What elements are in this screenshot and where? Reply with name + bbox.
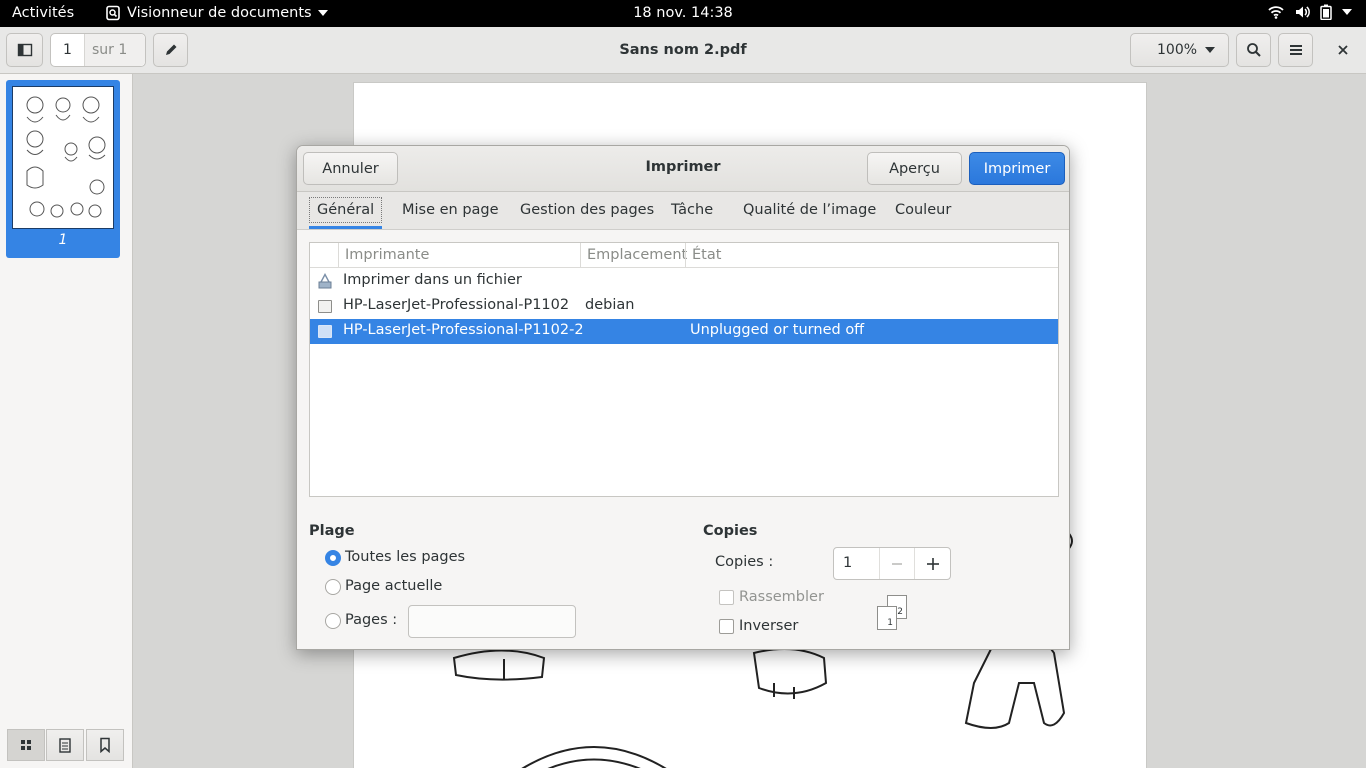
zoom-level: 100% <box>1157 42 1198 58</box>
tab-general[interactable]: Général <box>309 197 383 223</box>
range-heading: Plage <box>309 523 355 539</box>
bookmarks-view-button[interactable] <box>86 729 124 761</box>
activities-button[interactable]: Activités <box>12 5 74 21</box>
pages-radio[interactable] <box>325 613 341 629</box>
print-to-file-icon <box>318 273 332 289</box>
copies-heading: Copies <box>703 523 758 539</box>
printer-row[interactable]: Imprimer dans un fichier <box>310 269 1058 294</box>
printer-icon <box>318 300 332 313</box>
battery-icon <box>1320 4 1332 20</box>
sidebar-toggle-button[interactable] <box>6 33 43 67</box>
page-count-label: sur 1 <box>85 34 145 66</box>
app-menu[interactable]: Visionneur de documents <box>105 5 328 21</box>
tab-job[interactable]: Tâche <box>671 202 713 218</box>
thumbnail-image <box>12 86 114 229</box>
printer-state: Unplugged or turned off <box>690 322 865 338</box>
chevron-down-icon <box>317 10 328 16</box>
notes-icon <box>59 738 71 753</box>
copies-spinbutton: 1 <box>833 547 951 580</box>
close-window-button[interactable] <box>1326 33 1359 67</box>
thumbnail-page-number: 1 <box>58 232 68 248</box>
pages-range-input[interactable] <box>408 605 576 638</box>
all-pages-label[interactable]: Toutes les pages <box>345 549 465 565</box>
copies-label: Copies : <box>715 554 774 570</box>
hamburger-icon <box>1289 45 1302 55</box>
printer-name: HP-LaserJet-Professional-P1102-2 <box>343 322 584 338</box>
sidebar-icon <box>17 43 32 57</box>
collate-preview-number: 1 <box>887 618 893 628</box>
column-header-state[interactable]: État <box>685 243 1058 268</box>
copies-input[interactable]: 1 <box>834 548 880 579</box>
top-bar: Activités Visionneur de documents 18 nov… <box>0 0 1366 27</box>
increment-button[interactable] <box>915 548 950 579</box>
active-tab-indicator <box>309 226 382 229</box>
collate-checkbox[interactable] <box>719 590 734 605</box>
wifi-icon <box>1268 6 1284 19</box>
decrement-button[interactable] <box>880 548 915 579</box>
close-icon <box>1337 45 1348 55</box>
collate-preview-number: 2 <box>897 607 903 617</box>
collate-label[interactable]: Rassembler <box>739 589 824 605</box>
column-header-location[interactable]: Emplacement <box>580 243 687 268</box>
annotate-button[interactable] <box>153 33 188 67</box>
page-number-input[interactable]: 1 <box>51 34 85 66</box>
printer-name: HP-LaserJet-Professional-P1102 <box>343 297 570 313</box>
printer-name: Imprimer dans un fichier <box>343 272 522 288</box>
dialog-header: Annuler Imprimer Aperçu Imprimer <box>297 146 1069 192</box>
header-bar: 1 sur 1 Sans nom 2.pdf 100% <box>0 27 1366 74</box>
zoom-dropdown[interactable]: 100% <box>1130 33 1229 67</box>
volume-icon <box>1296 6 1310 18</box>
app-menu-label: Visionneur de documents <box>127 5 312 21</box>
printer-row-selected[interactable]: HP-LaserJet-Professional-P1102-2 Unplugg… <box>310 319 1058 344</box>
current-page-label[interactable]: Page actuelle <box>345 578 442 594</box>
search-icon <box>1246 43 1261 57</box>
system-menu[interactable] <box>1268 4 1352 20</box>
printer-list-header: Imprimante Emplacement État <box>310 243 1058 268</box>
printer-location: debian <box>585 297 635 313</box>
bookmark-icon <box>100 737 110 753</box>
chevron-down-icon <box>1205 47 1216 53</box>
reverse-label[interactable]: Inverser <box>739 618 798 634</box>
printer-icon <box>318 325 332 338</box>
preview-button[interactable]: Aperçu <box>867 152 962 185</box>
print-dialog: Annuler Imprimer Aperçu Imprimer Général… <box>296 145 1070 650</box>
printer-row[interactable]: HP-LaserJet-Professional-P1102 debian <box>310 294 1058 319</box>
cancel-button[interactable]: Annuler <box>303 152 398 185</box>
column-header-printer[interactable]: Imprimante <box>338 243 580 268</box>
plus-icon <box>926 557 939 570</box>
search-button[interactable] <box>1236 33 1271 67</box>
thumbnail-sidebar: 1 <box>0 74 133 768</box>
document-viewer-icon <box>106 5 120 21</box>
annotations-view-button[interactable] <box>46 729 84 761</box>
printer-list[interactable]: Imprimante Emplacement État Imprimer dan… <box>309 242 1059 497</box>
pages-label[interactable]: Pages : <box>345 612 397 628</box>
sidebar-view-switcher <box>0 722 132 768</box>
chevron-down-icon <box>1342 9 1352 15</box>
pencil-icon <box>165 44 176 55</box>
current-page-radio[interactable] <box>325 579 341 595</box>
page-selector: 1 sur 1 <box>50 33 146 67</box>
dialog-tabs: Général Mise en page Gestion des pages T… <box>297 192 1069 230</box>
grid-icon <box>21 740 31 750</box>
minus-icon <box>892 562 902 565</box>
main-menu-button[interactable] <box>1278 33 1313 67</box>
page-thumbnail[interactable]: 1 <box>6 80 120 258</box>
tab-page-setup[interactable]: Mise en page <box>402 202 499 218</box>
print-button[interactable]: Imprimer <box>969 152 1065 185</box>
reverse-checkbox[interactable] <box>719 619 734 634</box>
collate-preview-page-front: 1 <box>877 606 897 630</box>
tab-image-quality[interactable]: Qualité de l’image <box>743 202 876 218</box>
tab-color[interactable]: Couleur <box>895 202 951 218</box>
thumbnails-view-button[interactable] <box>7 729 45 761</box>
all-pages-radio[interactable] <box>325 550 341 566</box>
tab-page-handling[interactable]: Gestion des pages <box>520 202 654 218</box>
